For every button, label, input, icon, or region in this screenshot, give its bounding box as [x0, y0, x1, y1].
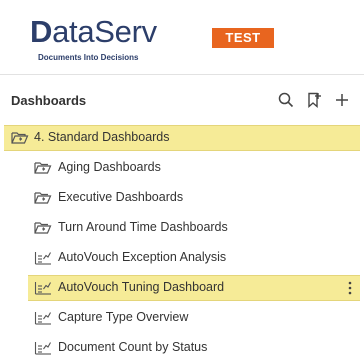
dashboard-icon [34, 251, 52, 265]
dashboard-icon [34, 281, 52, 295]
subfolder-icon [34, 161, 52, 175]
search-icon[interactable] [277, 91, 295, 109]
bookmark-add-icon[interactable] [305, 91, 323, 109]
environment-badge: TEST [212, 28, 274, 48]
tree-item-autovouch-exception-analysis[interactable]: AutoVouch Exception Analysis [0, 243, 364, 273]
dataserv-logo[interactable]: DataServ Documents Into Decisions [30, 14, 157, 62]
tree-item-capture-type-overview[interactable]: Capture Type Overview [0, 303, 364, 333]
logo-word-rest: ataServ [52, 14, 157, 49]
tree-item-label: Aging Dashboards [58, 160, 161, 174]
tree-item-autovouch-tuning-dashboard[interactable]: AutoVouch Tuning Dashboard [0, 273, 364, 303]
dashboards-panel-header: Dashboards [0, 82, 364, 118]
panel-title: Dashboards [11, 93, 87, 108]
dashboard-icon [34, 341, 52, 355]
tree-item-label: Document Count by Status [58, 340, 208, 354]
dashboard-icon [34, 311, 52, 325]
subfolder-icon [34, 191, 52, 205]
tree-item-turn-around-time-dashboards[interactable]: Turn Around Time Dashboards [0, 213, 364, 243]
app-header: DataServ Documents Into Decisions TEST [0, 0, 364, 75]
tree-item-label: Turn Around Time Dashboards [58, 220, 228, 234]
more-options-icon[interactable] [347, 281, 353, 295]
folder-open-icon [11, 131, 29, 145]
tree-item-document-count-by-status[interactable]: Document Count by Status [0, 333, 364, 363]
tree-item-label: Capture Type Overview [58, 310, 189, 324]
tree-item-label: AutoVouch Exception Analysis [58, 250, 227, 264]
tree-item-aging-dashboards[interactable]: Aging Dashboards [0, 153, 364, 183]
plus-icon[interactable] [333, 91, 351, 109]
subfolder-icon [34, 221, 52, 235]
logo-wordmark: DataServ [30, 14, 157, 50]
tree-folder-label: 4. Standard Dashboards [34, 130, 170, 144]
tree-item-executive-dashboards[interactable]: Executive Dashboards [0, 183, 364, 213]
tree-item-label: AutoVouch Tuning Dashboard [58, 280, 225, 294]
logo-tagline: Documents Into Decisions [38, 53, 139, 62]
logo-initial: D [30, 14, 53, 49]
tree-item-label: Executive Dashboards [58, 190, 184, 204]
tree-folder-standard-dashboards[interactable]: 4. Standard Dashboards [0, 123, 364, 153]
